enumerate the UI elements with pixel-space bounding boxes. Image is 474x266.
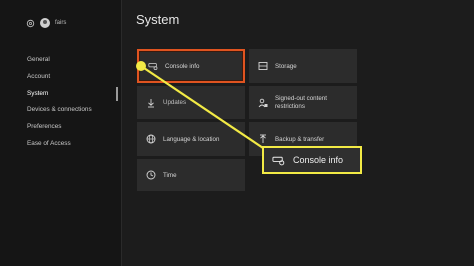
callout-dot [136, 61, 146, 71]
callout-pointer [136, 61, 267, 151]
callout-box: Console info [262, 146, 362, 174]
callout-label: Console info [293, 155, 344, 165]
console-icon [272, 156, 285, 165]
